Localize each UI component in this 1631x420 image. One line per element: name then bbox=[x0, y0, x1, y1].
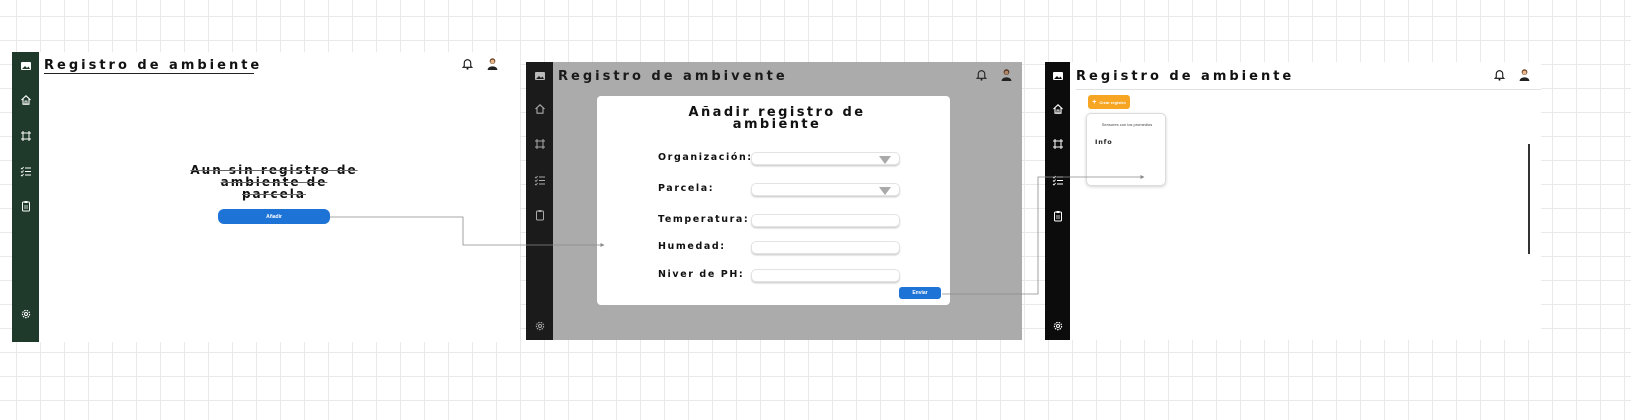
add-button[interactable]: Añadir bbox=[218, 209, 330, 224]
humedad-input[interactable] bbox=[751, 241, 900, 254]
bell-icon[interactable] bbox=[1493, 68, 1506, 81]
create-record-button[interactable]: + Crear registro bbox=[1088, 95, 1130, 109]
sidebar bbox=[1045, 62, 1070, 340]
frame-icon[interactable] bbox=[12, 129, 39, 143]
page-title: Registro de ambivente bbox=[558, 69, 788, 84]
home-icon[interactable] bbox=[12, 93, 39, 107]
topbar-actions bbox=[461, 57, 499, 70]
sidebar bbox=[526, 62, 553, 340]
organization-label: Organización: bbox=[658, 152, 753, 163]
bell-icon[interactable] bbox=[461, 57, 474, 70]
title-underline bbox=[44, 73, 254, 74]
page-title: Registro de ambiente bbox=[44, 58, 263, 73]
gear-icon[interactable] bbox=[526, 319, 553, 333]
avatar-icon[interactable] bbox=[486, 57, 499, 70]
frame-records-list: Registro de ambiente + Crear registro Se… bbox=[1045, 62, 1541, 340]
home-icon[interactable] bbox=[1045, 102, 1070, 116]
submit-button[interactable]: Enviar bbox=[899, 287, 941, 299]
empty-state-message: Aun sin registro de ambiente de parcela bbox=[190, 163, 358, 201]
checklist-icon[interactable] bbox=[12, 164, 39, 178]
topbar-actions bbox=[1493, 68, 1531, 81]
chevron-down-icon bbox=[879, 156, 891, 164]
scrollbar[interactable] bbox=[1528, 144, 1530, 254]
image-icon[interactable] bbox=[12, 59, 39, 73]
topbar-divider bbox=[1076, 89, 1541, 90]
clipboard-icon[interactable] bbox=[1045, 209, 1070, 223]
temperatura-input[interactable] bbox=[751, 214, 900, 227]
parcela-label: Parcela: bbox=[658, 183, 715, 194]
card-info: Info bbox=[1095, 138, 1113, 146]
gear-icon[interactable] bbox=[1045, 319, 1070, 333]
frame-icon[interactable] bbox=[526, 137, 553, 151]
avatar-icon[interactable] bbox=[1000, 68, 1013, 81]
temperatura-label: Temperatura: bbox=[658, 214, 750, 225]
humedad-label: Humedad: bbox=[658, 241, 726, 252]
sidebar bbox=[12, 52, 39, 342]
ph-label: Niver de PH: bbox=[658, 269, 745, 280]
create-record-label: Crear registro bbox=[1099, 99, 1126, 105]
parcela-select[interactable] bbox=[751, 183, 900, 196]
frame-add-modal: Registro de ambivente Añadir registro de… bbox=[526, 62, 1022, 340]
sensor-card[interactable]: Sensores con los promedios Info bbox=[1086, 113, 1166, 186]
topbar-actions bbox=[975, 68, 1013, 81]
checklist-icon[interactable] bbox=[1045, 173, 1070, 187]
home-icon[interactable] bbox=[526, 102, 553, 116]
bell-icon[interactable] bbox=[975, 68, 988, 81]
gear-icon[interactable] bbox=[12, 307, 39, 321]
card-caption: Sensores con los promedios bbox=[1101, 122, 1153, 127]
frame-icon[interactable] bbox=[1045, 137, 1070, 151]
clipboard-icon[interactable] bbox=[526, 208, 553, 222]
ph-input[interactable] bbox=[751, 269, 900, 282]
plus-icon: + bbox=[1092, 98, 1097, 106]
page-title: Registro de ambiente bbox=[1076, 69, 1295, 84]
image-icon[interactable] bbox=[1045, 69, 1070, 83]
checklist-icon[interactable] bbox=[526, 173, 553, 187]
modal-title: Añadir registro de ambiente bbox=[688, 105, 866, 132]
chevron-down-icon bbox=[879, 187, 891, 195]
avatar-icon[interactable] bbox=[1518, 68, 1531, 81]
add-record-modal: Añadir registro de ambiente Organización… bbox=[597, 96, 950, 305]
organization-select[interactable] bbox=[751, 152, 900, 165]
clipboard-icon[interactable] bbox=[12, 199, 39, 213]
frame-empty-state: Registro de ambiente Aun sin registro de… bbox=[12, 52, 520, 342]
image-icon[interactable] bbox=[526, 69, 553, 83]
